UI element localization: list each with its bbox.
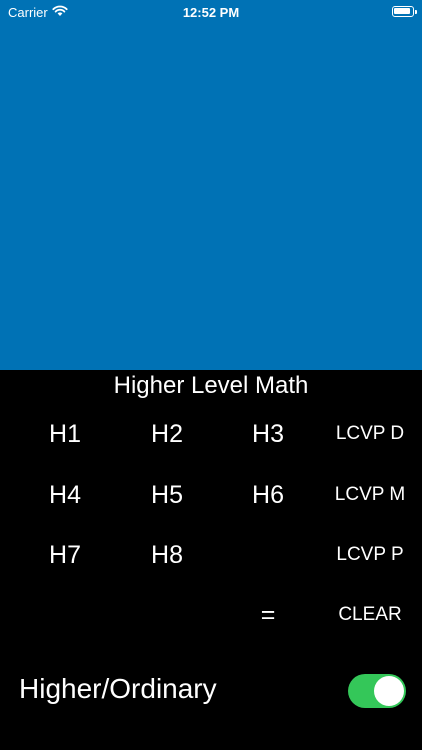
key-clear[interactable]: CLEAR [320, 591, 420, 639]
key-lcvp-p[interactable]: LCVP P [320, 531, 420, 579]
key-h8[interactable]: H8 [117, 531, 217, 579]
level-toggle-switch[interactable] [348, 674, 406, 708]
panel-title: Higher Level Math [113, 372, 309, 399]
key-h2[interactable]: H2 [117, 410, 217, 458]
key-equals[interactable]: = [218, 591, 318, 639]
battery-full-icon [392, 6, 417, 17]
level-toggle-label: Higher/Ordinary [19, 673, 217, 704]
key-h5[interactable]: H5 [117, 471, 217, 519]
result-display [0, 0, 422, 370]
screen: Carrier 12:52 PM Higher Level Math H1 H2… [0, 0, 422, 750]
status-bar: Carrier 12:52 PM [0, 0, 422, 24]
key-lcvp-d[interactable]: LCVP D [320, 410, 420, 458]
key-h4[interactable]: H4 [15, 471, 115, 519]
status-time: 12:52 PM [182, 5, 240, 20]
key-lcvp-m[interactable]: LCVP M [320, 471, 420, 519]
key-h1[interactable]: H1 [15, 410, 115, 458]
key-h7[interactable]: H7 [15, 531, 115, 579]
toggle-knob [374, 676, 404, 706]
key-h6[interactable]: H6 [218, 471, 318, 519]
key-h3[interactable]: H3 [218, 410, 318, 458]
